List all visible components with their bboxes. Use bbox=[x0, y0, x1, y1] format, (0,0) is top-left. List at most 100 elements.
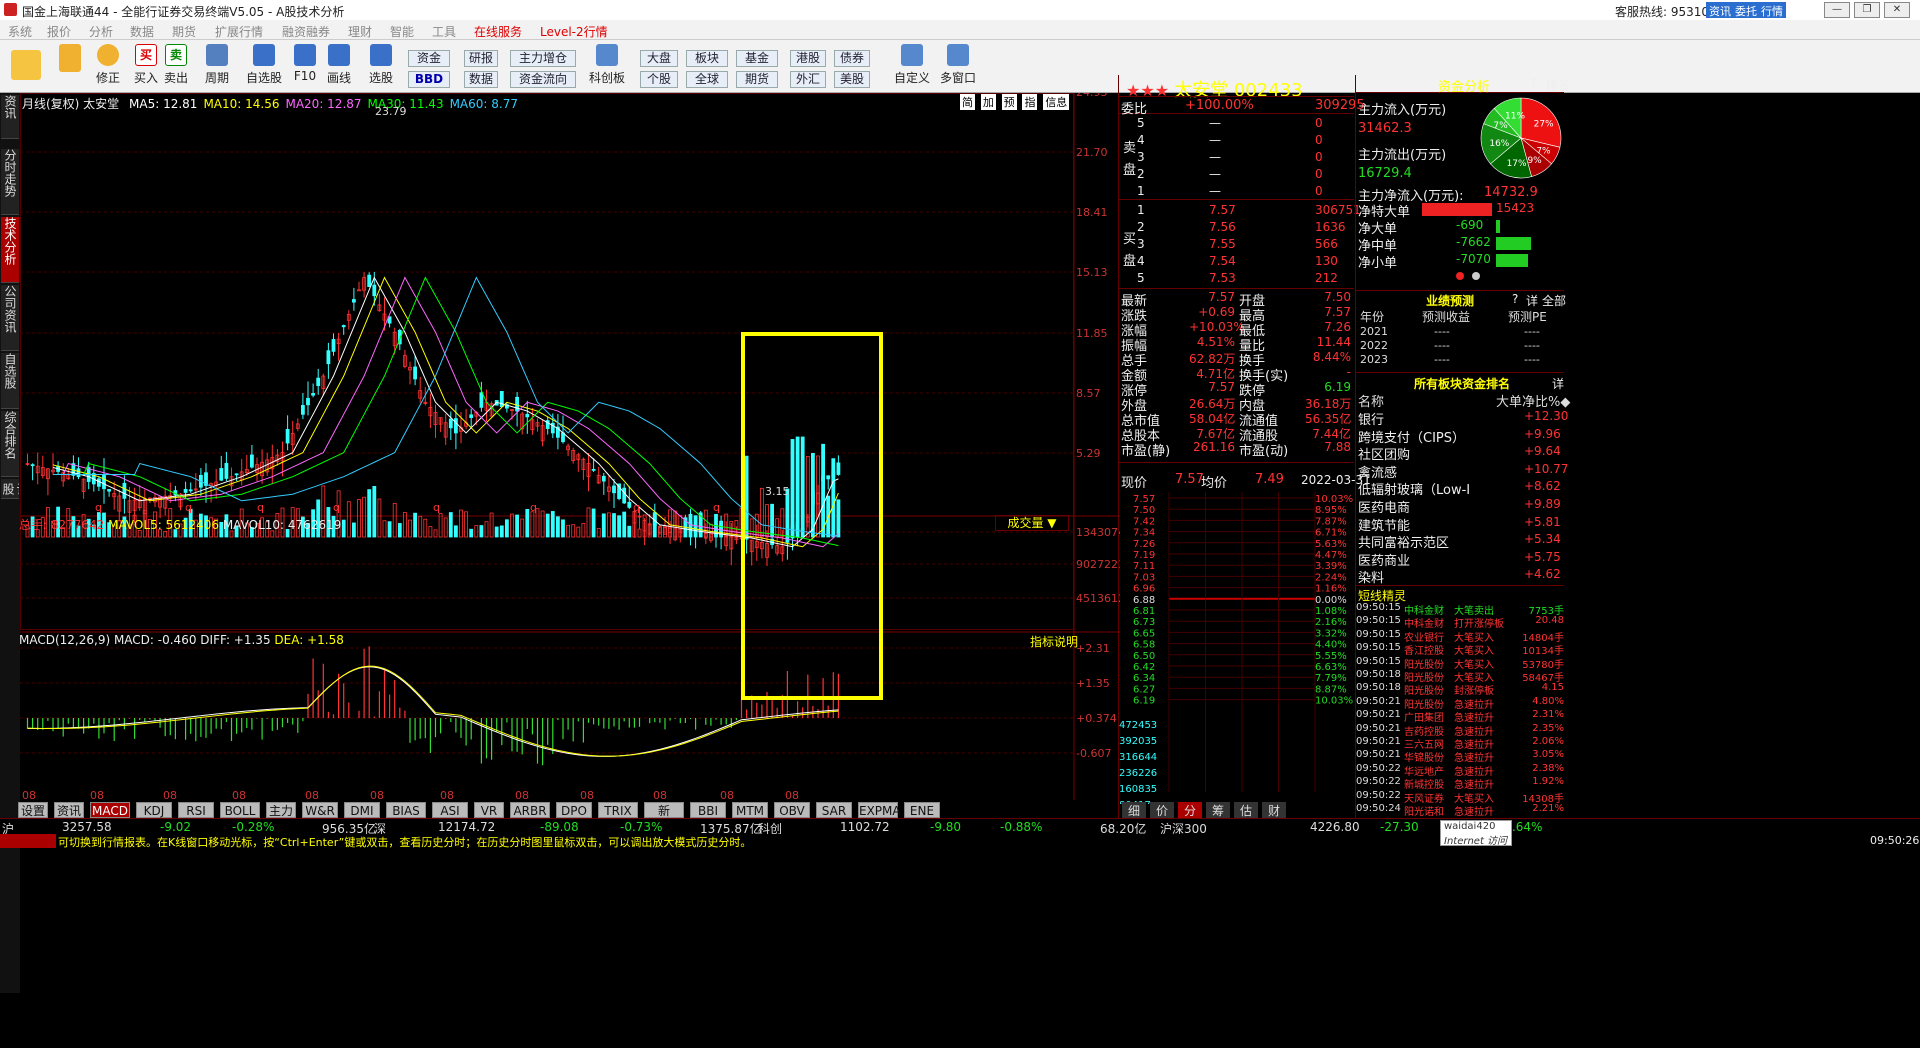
page-dot[interactable] bbox=[1472, 272, 1480, 280]
menu-item[interactable]: 智能 bbox=[390, 23, 414, 40]
minute-chart[interactable]: 7.57 10.03% 7.50 8.95% 7.42 7.87% 7.34 6.71% 7.2… bbox=[1119, 492, 1355, 804]
watchlist-button[interactable]: 自选股 bbox=[244, 44, 284, 86]
f10-button[interactable]: F10 bbox=[290, 44, 320, 83]
indicator-tab[interactable]: DPO bbox=[556, 802, 592, 818]
kline-chart[interactable]: 24.93 21.70 18.41 15.13 11.85 8.57 5.29 1343074… bbox=[20, 93, 1120, 823]
minute-tab[interactable]: 价 bbox=[1150, 802, 1174, 818]
bond-button[interactable]: 债券 bbox=[834, 50, 870, 67]
indicator-tab[interactable]: TRIX bbox=[598, 802, 638, 818]
menu-item[interactable]: 期货 bbox=[172, 23, 196, 40]
main-increase-dropdown[interactable]: 主力增仓 bbox=[510, 50, 576, 67]
indicator-tab[interactable]: ASI bbox=[432, 802, 468, 818]
stock-picker-button[interactable]: 选股 bbox=[364, 44, 398, 86]
data-button[interactable]: 数据 bbox=[464, 71, 498, 88]
minimize-button[interactable]: — bbox=[1824, 2, 1850, 18]
menu-item[interactable]: 工具 bbox=[432, 23, 456, 40]
research-button[interactable]: 研报 bbox=[464, 50, 498, 67]
minute-tab[interactable]: 财 bbox=[1262, 802, 1286, 818]
menu-item[interactable]: 在线服务 bbox=[474, 23, 522, 40]
indicator-tab[interactable]: VR bbox=[474, 802, 504, 818]
menu-item[interactable]: Level-2行情 bbox=[540, 23, 608, 40]
indicator-tab[interactable]: ARBR bbox=[510, 802, 550, 818]
indicator-tab[interactable]: SAR bbox=[816, 802, 852, 818]
back-button[interactable] bbox=[8, 50, 44, 83]
tab-quote[interactable]: 行情 bbox=[1758, 2, 1786, 18]
menu-item[interactable]: 报价 bbox=[47, 23, 71, 40]
market-button[interactable]: 大盘 bbox=[640, 50, 678, 67]
fund-flow-dropdown[interactable]: 资金流向 bbox=[510, 71, 576, 88]
indicator-tab[interactable]: 主力 bbox=[266, 802, 296, 818]
minute-tab[interactable]: 细 bbox=[1122, 802, 1146, 818]
indicator-tab[interactable]: OBV bbox=[774, 802, 810, 818]
tab-trade[interactable]: 委托 bbox=[1732, 2, 1760, 18]
indicator-tab[interactable]: MACD bbox=[90, 802, 130, 818]
minute-tab[interactable]: 分 bbox=[1178, 802, 1202, 818]
us-stock-button[interactable]: 美股 bbox=[834, 71, 870, 88]
sector-detail[interactable]: 详 bbox=[1552, 375, 1564, 392]
fund-help[interactable]: ? bbox=[1530, 76, 1536, 90]
status-item: 3257.58 bbox=[62, 820, 112, 834]
multi-window-button[interactable]: 多窗口 bbox=[936, 44, 980, 86]
futures-dropdown[interactable]: 期货 bbox=[736, 71, 778, 88]
indicator-help-link[interactable]: 指标说明 bbox=[1030, 633, 1078, 650]
indicator-tab[interactable]: RSI bbox=[178, 802, 214, 818]
left-tab-company[interactable]: 公司资讯 bbox=[1, 285, 19, 351]
sector-dropdown[interactable]: 板块 bbox=[686, 50, 728, 67]
stock-button[interactable]: 个股 bbox=[640, 71, 678, 88]
indicator-tab[interactable]: W&R bbox=[302, 802, 338, 818]
minute-price-label: 6.88 bbox=[1133, 595, 1155, 606]
indicator-tab[interactable]: MTM bbox=[732, 802, 768, 818]
star-market-button[interactable]: 科创板 bbox=[586, 44, 628, 86]
indicator-tab[interactable]: 设置 bbox=[18, 802, 48, 818]
menu-item[interactable]: 融资融券 bbox=[282, 23, 330, 40]
left-tab-timeshare[interactable]: 分时走势 bbox=[1, 149, 19, 215]
pie-label: 17% bbox=[1507, 159, 1527, 169]
indicator-tab[interactable]: BBI bbox=[690, 802, 726, 818]
period-button[interactable]: 周期 bbox=[200, 44, 234, 86]
indicator-tab[interactable]: KDJ bbox=[136, 802, 172, 818]
indicator-tab[interactable]: BIAS bbox=[386, 802, 426, 818]
left-tab-technical[interactable]: 技术分析 bbox=[1, 217, 19, 283]
indicator-tab[interactable]: 资讯 bbox=[54, 802, 84, 818]
page-dot-active[interactable] bbox=[1456, 272, 1464, 280]
forecast-help[interactable]: ? bbox=[1512, 292, 1518, 306]
left-tab-ranking[interactable]: 综合排名 bbox=[1, 411, 19, 477]
menu-item[interactable]: 扩展行情 bbox=[215, 23, 263, 40]
left-tab-watchlist[interactable]: 自选股 bbox=[1, 353, 19, 409]
menu-item[interactable]: 数据 bbox=[130, 23, 154, 40]
volume-selector[interactable]: 成交量 ▼ bbox=[995, 515, 1069, 531]
indicator-tab[interactable]: 新DMA bbox=[644, 802, 684, 834]
fix-button[interactable]: 修正 bbox=[92, 44, 124, 86]
menu-item[interactable]: 系统 bbox=[8, 23, 32, 40]
menu-item[interactable]: 分析 bbox=[89, 23, 113, 40]
custom-button[interactable]: 自定义 bbox=[890, 44, 934, 86]
draw-line-button[interactable]: 画线 bbox=[322, 44, 356, 86]
tab-news[interactable]: 资讯 bbox=[1706, 2, 1734, 18]
maximize-button[interactable]: ❐ bbox=[1854, 2, 1880, 18]
menu-item[interactable]: 理财 bbox=[348, 23, 372, 40]
close-button[interactable]: ✕ bbox=[1884, 2, 1910, 18]
sell-label: 卖出 bbox=[163, 71, 188, 85]
indicator-tab[interactable]: DMI bbox=[344, 802, 380, 818]
forex-button[interactable]: 外汇 bbox=[790, 71, 826, 88]
bbd-button[interactable]: BBD bbox=[408, 71, 450, 88]
minute-tab[interactable]: 估 bbox=[1234, 802, 1258, 818]
global-dropdown[interactable]: 全球 bbox=[686, 71, 728, 88]
forecast-detail[interactable]: 详 bbox=[1526, 292, 1538, 309]
capital-dropdown[interactable]: 资金 bbox=[408, 50, 450, 67]
forecast-all[interactable]: 全部 bbox=[1542, 292, 1566, 309]
minute-pct-label: 10.03% bbox=[1315, 696, 1353, 707]
minute-tab[interactable]: 筹 bbox=[1206, 802, 1230, 818]
sell-button[interactable]: 卖卖出 bbox=[162, 44, 190, 86]
elf-stock[interactable]: 阳光诺和 bbox=[1404, 803, 1444, 818]
indicator-tab[interactable]: EXPMA bbox=[858, 802, 901, 818]
left-tab-diagnosis[interactable]: 牛叉诊股 bbox=[1, 479, 19, 499]
up-down-buttons[interactable] bbox=[58, 44, 82, 75]
fund-rank[interactable]: 排名 bbox=[1546, 76, 1570, 93]
indicator-tab[interactable]: BOLL bbox=[220, 802, 260, 818]
buy-button[interactable]: 买买入 bbox=[132, 44, 160, 86]
hk-stock-button[interactable]: 港股 bbox=[790, 50, 826, 67]
indicator-tab[interactable]: ENE bbox=[904, 802, 940, 818]
left-tab-news[interactable]: 资讯 bbox=[1, 95, 19, 139]
fund-dropdown[interactable]: 基金 bbox=[736, 50, 778, 67]
